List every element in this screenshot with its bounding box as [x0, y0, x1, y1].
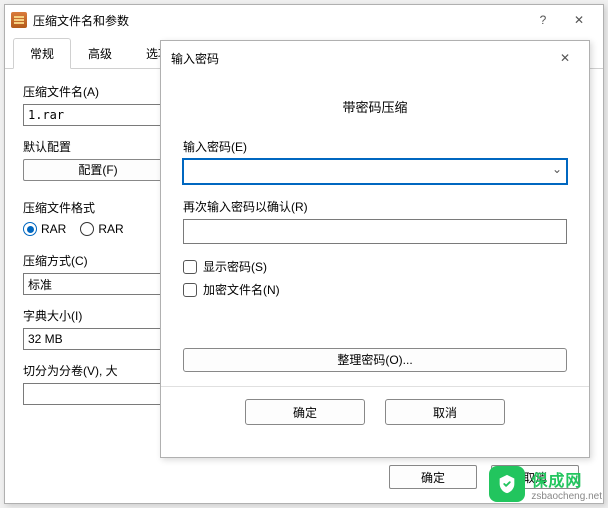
dialog-titlebar: 输入密码 ✕ [161, 41, 589, 75]
encrypt-names-checkbox[interactable]: 加密文件名(N) [183, 281, 567, 298]
close-button[interactable]: ✕ [561, 6, 597, 34]
filename-label: 压缩文件名(A) [23, 83, 173, 100]
dialog-title: 输入密码 [167, 50, 547, 67]
password-dialog: 输入密码 ✕ 带密码压缩 输入密码(E) ⌄ 再次输入密码以确认(R) 显示密码… [160, 40, 590, 458]
main-titlebar: 压缩文件名和参数 ? ✕ [5, 5, 603, 35]
format-rar[interactable]: RAR [23, 222, 66, 236]
dialog-body: 带密码压缩 输入密码(E) ⌄ 再次输入密码以确认(R) 显示密码(S) 加密文… [161, 75, 589, 386]
dialog-heading: 带密码压缩 [183, 89, 567, 138]
format-label: 压缩文件格式 [23, 199, 173, 216]
checkbox-icon [183, 260, 197, 274]
dialog-ok-button[interactable]: 确定 [245, 399, 365, 425]
dialog-close-button[interactable]: ✕ [547, 44, 583, 72]
watermark: 保成网 zsbaocheng.net [489, 466, 602, 502]
password-label: 输入密码(E) [183, 138, 567, 155]
password-input[interactable]: ⌄ [183, 159, 567, 184]
split-combo[interactable] [23, 383, 173, 405]
confirm-input[interactable] [183, 219, 567, 244]
dict-label: 字典大小(I) [23, 307, 173, 324]
dialog-bottom: 确定 取消 [161, 386, 589, 439]
organize-passwords-button[interactable]: 整理密码(O)... [183, 348, 567, 372]
watermark-text-en: zsbaocheng.net [531, 491, 602, 502]
watermark-text-cn: 保成网 [531, 467, 602, 491]
filename-input[interactable] [23, 104, 173, 126]
config-button[interactable]: 配置(F) [23, 159, 173, 181]
method-label: 压缩方式(C) [23, 252, 173, 269]
watermark-logo-icon [489, 466, 525, 502]
radio-icon [80, 222, 94, 236]
main-title: 压缩文件名和参数 [33, 12, 525, 29]
confirm-label: 再次输入密码以确认(R) [183, 198, 567, 215]
radio-checked-icon [23, 222, 37, 236]
help-button[interactable]: ? [525, 6, 561, 34]
default-config-label: 默认配置 [23, 138, 173, 155]
checkbox-icon [183, 283, 197, 297]
tab-advanced[interactable]: 高级 [71, 38, 129, 69]
main-ok-button[interactable]: 确定 [389, 465, 477, 489]
tab-general[interactable]: 常规 [13, 38, 71, 69]
winrar-icon [11, 12, 27, 28]
chevron-down-icon[interactable]: ⌄ [552, 162, 562, 176]
show-password-checkbox[interactable]: 显示密码(S) [183, 258, 567, 275]
format-rar5[interactable]: RAR [80, 222, 123, 236]
dict-combo[interactable]: 32 MB [23, 328, 173, 350]
method-combo[interactable]: 标准 [23, 273, 173, 295]
split-label: 切分为分卷(V), 大 [23, 362, 173, 379]
dialog-cancel-button[interactable]: 取消 [385, 399, 505, 425]
